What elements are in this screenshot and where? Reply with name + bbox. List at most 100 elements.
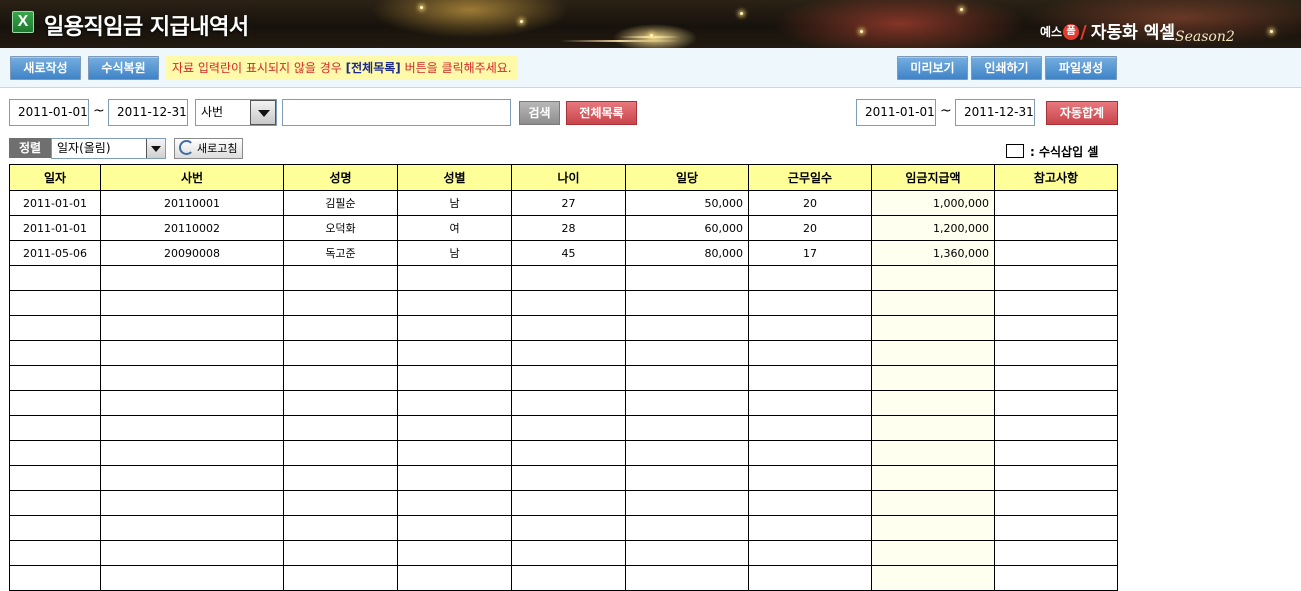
table-cell-age[interactable] [511,365,626,391]
table-cell-work-days[interactable] [748,390,872,416]
sum-date-to-input[interactable]: 2011-12-31 [955,99,1035,126]
chevron-down-icon[interactable] [146,139,165,158]
date-from-input[interactable]: 2011-01-01 [9,99,89,126]
table-cell-daily-wage[interactable] [625,465,749,491]
table-cell-wage-amount[interactable] [871,390,995,416]
table-cell-date[interactable] [9,315,101,341]
table-cell-date[interactable] [9,565,101,591]
table-cell-daily-wage[interactable]: 80,000 [625,240,749,266]
sum-date-from-input[interactable]: 2011-01-01 [856,99,936,126]
table-cell-notes[interactable] [994,440,1118,466]
table-cell-age[interactable] [511,290,626,316]
table-cell-daily-wage[interactable] [625,540,749,566]
table-cell-emp-id[interactable] [100,565,284,591]
table-cell-gender[interactable] [397,340,512,366]
table-cell-work-days[interactable] [748,540,872,566]
table-cell-daily-wage[interactable] [625,315,749,341]
table-cell-name[interactable] [283,365,398,391]
table-cell-wage-amount[interactable] [871,540,995,566]
table-cell-gender[interactable] [397,565,512,591]
table-cell-name[interactable] [283,415,398,441]
table-cell-emp-id[interactable] [100,415,284,441]
table-cell-gender[interactable] [397,315,512,341]
table-cell-date[interactable] [9,290,101,316]
table-cell-age[interactable] [511,490,626,516]
table-cell-age[interactable] [511,390,626,416]
table-cell-wage-amount[interactable] [871,365,995,391]
table-cell-daily-wage[interactable] [625,490,749,516]
table-cell-notes[interactable] [994,540,1118,566]
table-cell-work-days[interactable] [748,415,872,441]
table-cell-notes[interactable] [994,315,1118,341]
table-cell-notes[interactable] [994,240,1118,266]
table-cell-daily-wage[interactable] [625,565,749,591]
table-cell-wage-amount[interactable] [871,415,995,441]
table-cell-notes[interactable] [994,265,1118,291]
table-cell-emp-id[interactable] [100,515,284,541]
table-cell-emp-id[interactable]: 20110001 [100,190,284,216]
table-cell-age[interactable] [511,415,626,441]
table-cell-gender[interactable] [397,515,512,541]
table-cell-name[interactable] [283,390,398,416]
table-cell-name[interactable]: 김필순 [283,190,398,216]
table-cell-age[interactable] [511,515,626,541]
table-cell-wage-amount[interactable] [871,440,995,466]
table-cell-name[interactable] [283,515,398,541]
table-cell-work-days[interactable] [748,565,872,591]
table-cell-work-days[interactable]: 20 [748,215,872,241]
table-cell-date[interactable] [9,365,101,391]
table-cell-name[interactable]: 독고준 [283,240,398,266]
table-cell-date[interactable] [9,340,101,366]
table-cell-emp-id[interactable] [100,340,284,366]
table-cell-wage-amount[interactable] [871,565,995,591]
search-button[interactable]: 검색 [519,101,560,125]
restore-formula-button[interactable]: 수식복원 [88,56,159,80]
table-cell-gender[interactable] [397,390,512,416]
table-cell-emp-id[interactable] [100,490,284,516]
date-to-input[interactable]: 2011-12-31 [108,99,188,126]
table-cell-work-days[interactable] [748,365,872,391]
table-cell-work-days[interactable] [748,290,872,316]
table-cell-name[interactable] [283,340,398,366]
table-cell-name[interactable] [283,465,398,491]
table-cell-date[interactable] [9,515,101,541]
table-cell-notes[interactable] [994,340,1118,366]
table-cell-gender[interactable] [397,465,512,491]
table-cell-work-days[interactable] [748,340,872,366]
table-cell-emp-id[interactable]: 20090008 [100,240,284,266]
table-cell-work-days[interactable] [748,465,872,491]
table-cell-emp-id[interactable] [100,315,284,341]
create-file-button[interactable]: 파일생성 [1045,56,1117,80]
table-cell-name[interactable] [283,565,398,591]
table-cell-daily-wage[interactable] [625,365,749,391]
table-cell-wage-amount[interactable] [871,265,995,291]
table-cell-age[interactable]: 45 [511,240,626,266]
table-cell-notes[interactable] [994,465,1118,491]
table-cell-work-days[interactable] [748,315,872,341]
table-cell-name[interactable] [283,315,398,341]
table-cell-daily-wage[interactable] [625,390,749,416]
table-cell-daily-wage[interactable] [625,415,749,441]
preview-button[interactable]: 미리보기 [897,56,968,80]
table-cell-emp-id[interactable] [100,365,284,391]
table-cell-date[interactable] [9,440,101,466]
table-cell-gender[interactable]: 남 [397,190,512,216]
table-cell-daily-wage[interactable]: 50,000 [625,190,749,216]
table-cell-wage-amount[interactable]: 1,360,000 [871,240,995,266]
table-cell-age[interactable] [511,340,626,366]
table-cell-work-days[interactable] [748,490,872,516]
table-cell-wage-amount[interactable]: 1,200,000 [871,215,995,241]
table-cell-name[interactable] [283,265,398,291]
table-cell-age[interactable] [511,265,626,291]
table-cell-emp-id[interactable] [100,540,284,566]
table-cell-notes[interactable] [994,290,1118,316]
table-cell-date[interactable] [9,540,101,566]
table-cell-notes[interactable] [994,565,1118,591]
table-cell-date[interactable] [9,465,101,491]
table-cell-work-days[interactable] [748,515,872,541]
table-cell-name[interactable] [283,290,398,316]
print-button[interactable]: 인쇄하기 [971,56,1042,80]
table-cell-emp-id[interactable] [100,465,284,491]
table-cell-date[interactable]: 2011-01-01 [9,215,101,241]
table-cell-age[interactable] [511,465,626,491]
